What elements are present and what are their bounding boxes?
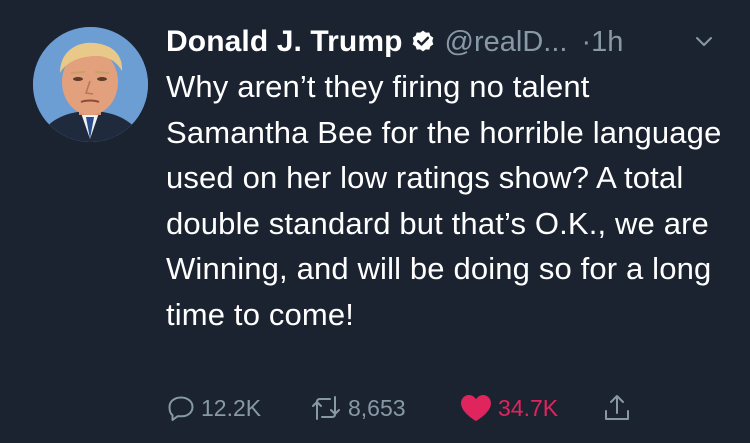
display-name[interactable]: Donald J. Trump <box>166 25 403 59</box>
heart-icon <box>459 393 493 423</box>
reply-icon <box>166 393 196 423</box>
verified-badge-icon <box>410 29 436 55</box>
like-button[interactable]: 34.7K <box>459 390 558 426</box>
avatar[interactable] <box>33 27 148 142</box>
share-button[interactable] <box>602 390 632 426</box>
chevron-down-icon[interactable] <box>694 32 714 52</box>
retweet-count: 8,653 <box>348 394 406 421</box>
reply-count: 12.2K <box>201 394 262 421</box>
handle[interactable]: @realD... <box>445 26 568 59</box>
reply-button[interactable]: 12.2K <box>166 390 261 426</box>
tweet-actions: 12.2K 8,653 34.7K <box>166 390 726 426</box>
share-icon <box>602 393 632 423</box>
retweet-icon <box>309 393 343 423</box>
timestamp[interactable]: ·1h <box>581 26 623 59</box>
retweet-button[interactable]: 8,653 <box>309 390 406 426</box>
tweet-text: Why aren’t they firing no talent Samanth… <box>166 69 722 332</box>
like-count: 34.7K <box>498 394 559 421</box>
tweet-header: Donald J. Trump @realD... ·1h <box>166 22 726 62</box>
tweet[interactable]: Donald J. Trump @realD... ·1h Why aren’t… <box>0 0 750 443</box>
